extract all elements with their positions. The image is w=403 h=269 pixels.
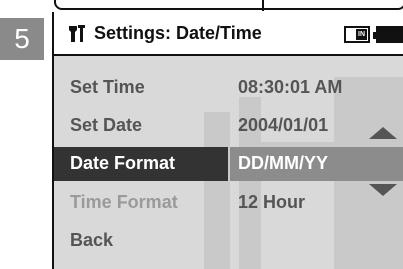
menu-item-time-format[interactable]: Time Format 12 Hour	[54, 186, 403, 220]
battery-icon	[373, 26, 403, 43]
menu-item-date-format[interactable]: Date Format DD/MM/YY	[54, 147, 403, 181]
arrow-down-icon[interactable]	[369, 184, 397, 196]
lcd-screen: Settings: Date/Time IN Set Time 08:30:01…	[54, 12, 403, 269]
memory-label: IN	[356, 29, 367, 40]
menu-item-label: Time Format	[70, 192, 178, 212]
step-number-badge: 5	[0, 18, 44, 60]
menu-item-label: Back	[70, 230, 114, 250]
menu-item-back[interactable]: Back	[54, 224, 403, 258]
menu-item-set-time[interactable]: Set Time 08:30:01 AM	[54, 71, 403, 105]
page-title: Settings: Date/Time	[94, 22, 262, 43]
menu-item-value: 08:30:01 AM	[238, 77, 343, 97]
arrow-up-icon[interactable]	[369, 127, 397, 139]
menu-item-label: Set Time	[70, 77, 145, 97]
menu-item-value: 2004/01/01	[238, 115, 329, 135]
menu-item-value: 12 Hour	[238, 192, 306, 212]
menu-item-label: Date Format	[70, 153, 176, 173]
settings-tools-icon	[68, 23, 88, 43]
step-number: 5	[14, 23, 30, 54]
menu-item-value[interactable]: DD/MM/YY	[238, 153, 328, 174]
device-top-edge	[52, 0, 403, 12]
internal-memory-icon: IN	[344, 26, 370, 43]
menu-item-set-date[interactable]: Set Date 2004/01/01	[54, 109, 403, 143]
title-bar: Settings: Date/Time IN	[54, 12, 403, 56]
menu-item-label: Set Date	[70, 115, 143, 135]
